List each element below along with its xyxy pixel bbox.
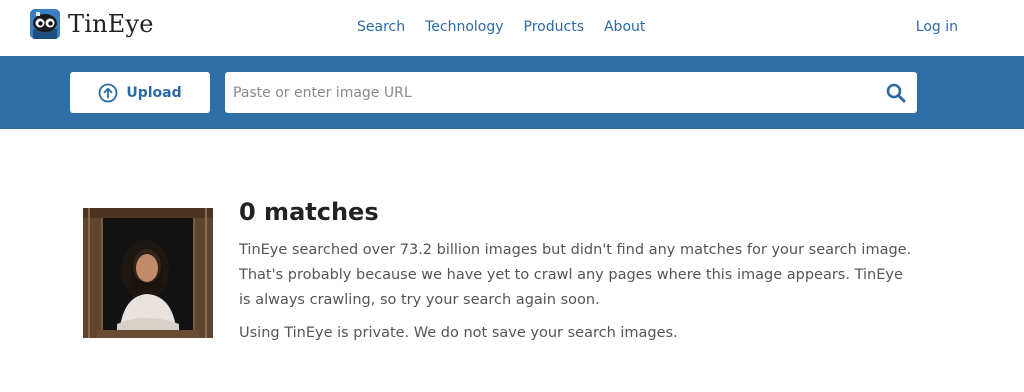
nav-about[interactable]: About <box>604 19 645 35</box>
nav-search[interactable]: Search <box>357 19 405 35</box>
url-search-box <box>225 72 917 113</box>
logo-text: TinEye <box>68 10 154 38</box>
main-nav: Search Technology Products About <box>357 19 665 35</box>
search-icon <box>886 83 906 103</box>
upload-arrow-icon <box>98 83 118 102</box>
search-image-thumbnail <box>83 208 213 338</box>
upload-button[interactable]: Upload <box>70 72 210 113</box>
privacy-note: Using TinEye is private. We do not save … <box>239 325 678 341</box>
no-match-message: TinEye searched over 73.2 billion images… <box>239 242 912 308</box>
login-link[interactable]: Log in <box>916 19 958 35</box>
tineye-robot-logo-icon <box>30 9 60 39</box>
result-panel: 0 matches TinEye searched over 73.2 bill… <box>239 198 919 346</box>
search-button[interactable] <box>883 80 909 106</box>
image-url-input[interactable] <box>233 72 873 113</box>
nav-products[interactable]: Products <box>524 19 584 35</box>
search-bar-band: Upload <box>0 56 1024 129</box>
site-header: TinEye Search Technology Products About … <box>0 0 1024 56</box>
match-count-title: 0 matches <box>239 198 379 226</box>
logo[interactable]: TinEye <box>30 9 154 39</box>
nav-technology[interactable]: Technology <box>425 19 503 35</box>
upload-label: Upload <box>126 84 182 101</box>
